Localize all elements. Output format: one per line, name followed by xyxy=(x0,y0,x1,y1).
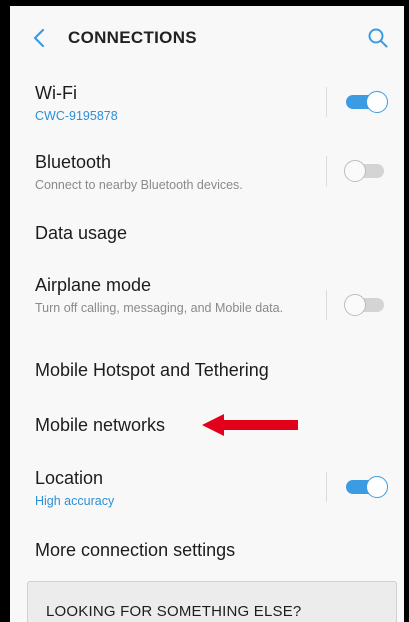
toggle-knob xyxy=(366,91,388,113)
wifi-row[interactable]: Wi-Fi CWC-9195878 xyxy=(10,72,404,134)
row-divider xyxy=(326,472,327,502)
looking-for-something-else-card[interactable]: LOOKING FOR SOMETHING ELSE? xyxy=(27,581,397,622)
airplane-mode-title: Airplane mode xyxy=(35,275,152,295)
more-connection-settings-row[interactable]: More connection settings xyxy=(10,526,404,576)
mobile-networks-title: Mobile networks xyxy=(35,415,166,435)
data-usage-row[interactable]: Data usage xyxy=(10,209,404,259)
connections-screen: CONNECTIONS Wi-Fi CWC-9195878 Bluetooth … xyxy=(10,6,404,622)
bluetooth-row[interactable]: Bluetooth Connect to nearby Bluetooth de… xyxy=(10,141,404,203)
search-icon[interactable] xyxy=(366,26,390,50)
mobile-hotspot-title: Mobile Hotspot and Tethering xyxy=(35,360,269,380)
chevron-left-icon[interactable] xyxy=(30,26,50,50)
row-divider xyxy=(326,156,327,186)
app-bar: CONNECTIONS xyxy=(10,6,404,68)
toggle-knob xyxy=(344,294,366,316)
more-connection-settings-title: More connection settings xyxy=(35,540,236,560)
wifi-network-name: CWC-9195878 xyxy=(35,109,118,123)
bluetooth-title: Bluetooth xyxy=(35,152,112,172)
wifi-toggle[interactable] xyxy=(344,91,388,113)
data-usage-title: Data usage xyxy=(35,223,128,243)
mobile-hotspot-row[interactable]: Mobile Hotspot and Tethering xyxy=(10,346,404,396)
toggle-knob xyxy=(366,476,388,498)
wifi-title: Wi-Fi xyxy=(35,83,77,103)
location-row[interactable]: Location High accuracy xyxy=(10,459,404,521)
looking-for-something-else-label: LOOKING FOR SOMETHING ELSE? xyxy=(46,603,302,620)
red-arrow-annotation xyxy=(202,414,298,436)
bluetooth-toggle[interactable] xyxy=(344,160,388,182)
toggle-knob xyxy=(344,160,366,182)
location-toggle[interactable] xyxy=(344,476,388,498)
airplane-mode-row[interactable]: Airplane mode Turn off calling, messagin… xyxy=(10,265,404,337)
location-mode: High accuracy xyxy=(35,494,115,508)
airplane-mode-subtitle: Turn off calling, messaging, and Mobile … xyxy=(35,301,284,315)
row-divider xyxy=(326,87,327,117)
location-title: Location xyxy=(35,468,104,488)
airplane-mode-toggle[interactable] xyxy=(344,294,388,316)
bluetooth-subtitle: Connect to nearby Bluetooth devices. xyxy=(35,178,243,192)
page-title: CONNECTIONS xyxy=(68,28,197,47)
row-divider xyxy=(326,290,327,320)
